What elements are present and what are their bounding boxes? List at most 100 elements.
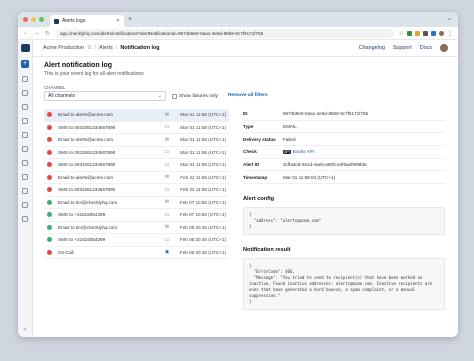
forward-icon[interactable]: → (34, 30, 40, 36)
check-link[interactable]: Books API (293, 149, 314, 154)
failed-status-icon (47, 187, 52, 193)
notification-row[interactable]: SMS to 0031061234567890 ▭ Mar 01 11:58 (UT… (44, 122, 229, 134)
reload-icon[interactable]: ↻ (45, 30, 50, 37)
page-header: Alert notification log This is your even… (44, 62, 144, 77)
breadcrumb-current: Notification log (120, 45, 160, 51)
changelog-link[interactable]: Changelog (359, 45, 385, 51)
failed-status-icon (47, 137, 52, 143)
extension-icon[interactable] (415, 30, 420, 36)
notification-time: Mar 01 11:58 (UTC+1) (180, 112, 226, 118)
status-icon[interactable] (22, 146, 28, 152)
close-tab-icon[interactable]: ✕ (116, 18, 120, 24)
notification-recipient: SMS to 0031061234567890 (58, 162, 116, 168)
extension-icon[interactable] (423, 30, 428, 36)
check-type-badge: API (283, 149, 291, 154)
failed-status-icon (47, 124, 52, 130)
chevron-down-icon: ⌄ (157, 93, 162, 99)
detail-row: Type EMAIL (243, 121, 445, 134)
detail-row: Timestamp Mar 01 11:58:04 (UTC+1) (243, 171, 445, 185)
breadcrumb-separator: / (94, 45, 97, 51)
detail-value: Failed (283, 137, 296, 142)
detail-value: Mar 01 11:58:04 (UTC+1) (283, 175, 335, 180)
browser-menu-icon[interactable]: ⋮ (447, 30, 453, 37)
show-failures-toggle[interactable]: Show failures only (172, 91, 218, 101)
breadcrumb-alerts[interactable]: Alerts (99, 45, 113, 51)
collapse-sidebar-icon[interactable]: » (23, 327, 26, 333)
channel-filter: CHANNEL All channels ⌄ (44, 85, 166, 101)
breadcrumb-account[interactable]: Acme Production (43, 45, 84, 51)
docs-link[interactable]: Docs (420, 45, 432, 51)
notification-row[interactable]: On-Call ◉ Feb 06 20:45 (UTC+1) (44, 247, 229, 259)
extension-icon[interactable] (407, 30, 412, 36)
notification-recipient: Email to alerts@acme.com (58, 174, 113, 180)
detail-key: Type (243, 124, 254, 130)
extension-icon[interactable] (431, 30, 436, 36)
delivered-status-icon (47, 199, 52, 205)
notification-row[interactable]: SMS to +31619354299 ▭ Feb 06 20:45 (UTC+1) (44, 234, 229, 247)
detail-value: API Books API (283, 149, 314, 154)
url-text: app.checklyhq.com/alerts/notifications?a… (60, 30, 264, 36)
notification-time: Feb 06 20:45 (UTC+1) (179, 249, 226, 255)
email-channel-icon: ✉ (164, 111, 170, 118)
home-icon[interactable] (22, 76, 28, 82)
detail-value: EMAIL (283, 124, 297, 129)
notification-row[interactable]: SMS to 0031061234567890 ▭ Feb 22 11:58 (UT… (44, 184, 229, 197)
sms-channel-icon: ▭ (164, 149, 170, 156)
checkly-logo-icon[interactable] (20, 44, 30, 52)
detail-row: Delivery status Failed (243, 133, 445, 147)
detail-row: Alert ID 3cffa3c8-461d-4aeb-a600-a4f6aef9… (243, 159, 445, 172)
failed-status-icon (47, 249, 52, 255)
notification-detail: ID 9674b9e0-0aa1-4e6d-88b9-9c7f9171f755 Ty… (243, 108, 445, 311)
notification-row[interactable]: SMS to 0031061234567890 ▭ Mar 01 11:58 (UT… (44, 147, 229, 159)
star-icon[interactable]: ☆ (399, 30, 404, 37)
reports-icon[interactable] (22, 188, 28, 194)
extensions: ☆ ⋮ (399, 30, 453, 37)
dashboard-icon[interactable] (22, 104, 28, 110)
app: + » Acme Production ⇅ / Alerts / Notific… (18, 40, 458, 337)
sms-channel-icon: ▭ (164, 186, 170, 193)
email-channel-icon: ✉ (164, 224, 170, 231)
user-avatar[interactable] (440, 44, 448, 52)
detail-row: Check API Books API (243, 146, 445, 159)
notification-row[interactable]: Email to alerts@acme.com ✉ Mar 01 11:58 (U… (44, 109, 229, 122)
channel-select[interactable]: All channels ⌄ (44, 91, 166, 101)
checks-icon[interactable] (22, 90, 28, 96)
code-icon[interactable] (22, 174, 28, 180)
minimize-window-button[interactable] (31, 17, 36, 22)
url-field[interactable]: app.checklyhq.com/alerts/notifications?a… (55, 28, 394, 38)
notification-row[interactable]: SMS to 0031061234567890 ▭ Mar 01 11:58 (UT… (44, 159, 229, 172)
help-icon[interactable] (22, 216, 28, 222)
email-channel-icon: ✉ (164, 174, 170, 181)
show-failures-checkbox[interactable] (172, 93, 177, 99)
browser-tab[interactable]: Alerts logs ✕ (50, 15, 124, 27)
create-new-button[interactable]: + (21, 60, 29, 68)
account-switcher-icon[interactable]: ⇅ (87, 45, 92, 51)
delivered-status-icon (47, 224, 52, 230)
location-icon[interactable] (22, 202, 28, 208)
remove-all-filters-link[interactable]: Remove all filters (228, 91, 268, 101)
support-link[interactable]: Support (393, 45, 412, 51)
notification-row[interactable]: Email to alerts@acme.com ✉ Feb 22 11:58 (U… (44, 172, 229, 184)
maximize-window-button[interactable] (39, 17, 44, 22)
alerts-bell-icon[interactable] (22, 118, 28, 124)
notification-row[interactable]: Email to tim@checklyhq.com ✉ Feb 07 10:55 … (44, 197, 229, 209)
notification-result-code: { "ErrorCode": 406, "Message": "You trie… (243, 258, 445, 311)
notification-recipient: SMS to 0031061234567890 (58, 187, 116, 193)
detail-table: ID 9674b9e0-0aa1-4e6d-88b9-9c7f9171f755 Ty… (243, 108, 445, 185)
notification-row[interactable]: SMS to +31619354299 ▭ Feb 07 10:55 (UTC+1) (44, 209, 229, 222)
close-window-button[interactable] (23, 17, 28, 22)
tab-list-chevron-icon[interactable]: ⌄ (447, 15, 452, 22)
notification-row[interactable]: Email to alerts@acme.com ✉ Mar 01 11:58 (U… (44, 134, 229, 147)
back-icon[interactable]: ← (23, 30, 29, 36)
notification-result-title: Notification result (243, 247, 291, 254)
monitor-icon[interactable] (22, 132, 28, 138)
failed-status-icon (47, 174, 52, 180)
detail-value-text: Mar 01 11:58:04 (UTC+1) (283, 174, 336, 180)
new-tab-icon[interactable]: + (128, 16, 132, 23)
notification-row[interactable]: Email to tim@checklyhq.com ✉ Feb 06 20:45 … (44, 222, 229, 234)
profile-icon[interactable] (439, 30, 444, 36)
settings-gear-icon[interactable] (22, 160, 28, 166)
notification-recipient: Email to alerts@acme.com (58, 112, 113, 118)
notification-time: Mar 01 11:58 (UTC+1) (180, 162, 226, 168)
alert-config-title: Alert config (243, 196, 275, 203)
